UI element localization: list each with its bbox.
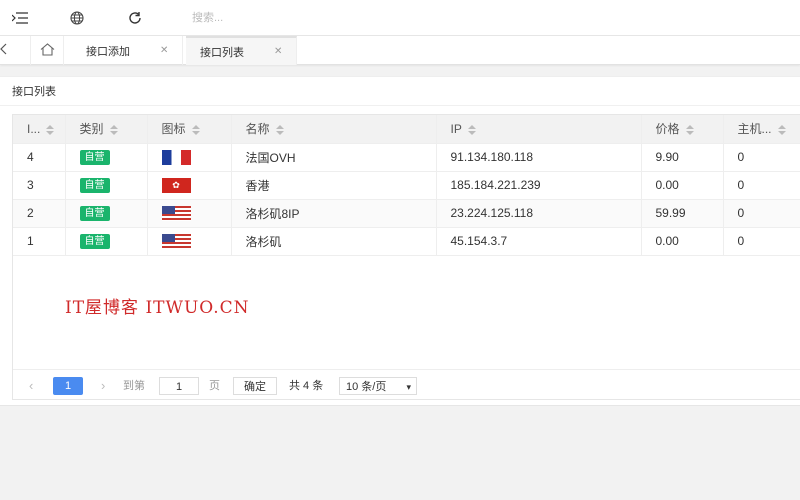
sort-icon[interactable]: [191, 125, 200, 136]
cell-ip: 45.154.3.7: [436, 227, 642, 256]
tab-interface-add[interactable]: 接口添加 ✕: [72, 36, 184, 65]
tab-label: 接口列表: [200, 46, 244, 59]
cell-id: 2: [13, 199, 66, 228]
chevron-down-icon: ▾: [406, 382, 411, 392]
page-size-select[interactable]: 10 条/页 ▾: [339, 377, 417, 395]
refresh-icon[interactable]: [126, 9, 144, 27]
cell-ip: 23.224.125.118: [436, 199, 642, 228]
cell-name: 洛杉矶8IP: [231, 199, 437, 228]
close-icon[interactable]: ✕: [160, 45, 168, 56]
column-header-host[interactable]: 主机...: [723, 115, 800, 144]
cell-price: 9.90: [641, 143, 724, 172]
pagination: ‹ 1 › 到第 1 页 确定 共 4 条 10 条/页 ▾: [13, 369, 800, 399]
category-badge: 自营: [79, 150, 110, 165]
search-input[interactable]: [192, 8, 412, 28]
hongkong-flag-icon: ✿: [161, 177, 191, 193]
table-row[interactable]: 4 自营 法国OVH 91.134.180.118 9.90 0: [13, 143, 800, 172]
column-label: 类别: [79, 122, 104, 137]
interface-list-card: 接口列表 I... 类别 图标 名称 IP 价格 主机... 4 自营 法国OV…: [0, 76, 800, 406]
sort-icon[interactable]: [275, 125, 284, 136]
table-row[interactable]: 3 自营 ✿ 香港 185.184.221.239 0.00 0: [13, 171, 800, 200]
category-badge: 自营: [79, 178, 110, 193]
column-label: I...: [27, 121, 41, 136]
double-chevron-left-icon[interactable]: [0, 42, 14, 60]
cell-id: 4: [13, 143, 66, 172]
cell-price: 0.00: [641, 171, 724, 200]
cell-name: 法国OVH: [231, 143, 437, 172]
sort-icon[interactable]: [109, 125, 118, 136]
top-header: [0, 0, 800, 36]
tab-interface-list[interactable]: 接口列表 ✕: [186, 36, 298, 65]
column-label: 主机...: [737, 122, 772, 137]
menu-fold-icon[interactable]: [11, 9, 29, 27]
cell-category: 自营: [65, 171, 148, 200]
page-size-value: 10 条/页: [346, 381, 387, 393]
usa-flag-icon: [161, 233, 191, 249]
cell-id: 1: [13, 227, 66, 256]
card-title: 接口列表: [12, 86, 56, 98]
cell-name: 洛杉矶: [231, 227, 437, 256]
cell-host: 0: [723, 199, 800, 228]
cell-ip: 91.134.180.118: [436, 143, 642, 172]
close-icon[interactable]: ✕: [274, 46, 282, 57]
page-suffix-label: 页: [209, 380, 220, 392]
france-flag-icon: [161, 149, 191, 165]
cell-host: 0: [723, 227, 800, 256]
column-label: IP: [450, 121, 462, 136]
cell-price: 0.00: [641, 227, 724, 256]
cell-host: 0: [723, 143, 800, 172]
home-tab[interactable]: [30, 36, 64, 65]
globe-icon[interactable]: [68, 9, 86, 27]
tab-label: 接口添加: [86, 45, 130, 58]
column-header-icon[interactable]: 图标: [147, 115, 232, 144]
divider: [0, 105, 800, 106]
column-label: 图标: [161, 122, 186, 137]
data-table: I... 类别 图标 名称 IP 价格 主机... 4 自营 法国OVH 91.…: [12, 114, 800, 400]
cell-name: 香港: [231, 171, 437, 200]
tab-bar: 接口添加 ✕ 接口列表 ✕: [0, 36, 800, 65]
column-header-price[interactable]: 价格: [641, 115, 724, 144]
goto-page-input[interactable]: 1: [159, 377, 199, 395]
cell-host: 0: [723, 171, 800, 200]
cell-category: 自营: [65, 199, 148, 228]
table-row[interactable]: 2 自营 洛杉矶8IP 23.224.125.118 59.99 0: [13, 199, 800, 228]
watermark-text: IT屋博客 ITWUO.CN: [65, 298, 250, 318]
column-label: 价格: [655, 122, 680, 137]
category-badge: 自营: [79, 206, 110, 221]
sort-icon[interactable]: [685, 125, 694, 136]
sort-icon[interactable]: [46, 124, 55, 135]
cell-icon: [147, 143, 232, 172]
column-label: 名称: [245, 122, 270, 137]
column-header-id[interactable]: I...: [13, 115, 66, 144]
goto-label: 到第: [123, 380, 145, 392]
cell-category: 自营: [65, 143, 148, 172]
table-header-row: I... 类别 图标 名称 IP 价格 主机...: [13, 115, 800, 144]
column-header-category[interactable]: 类别: [65, 115, 148, 144]
usa-flag-icon: [161, 205, 191, 221]
cell-icon: ✿: [147, 171, 232, 200]
sort-icon[interactable]: [777, 125, 786, 136]
sort-icon[interactable]: [467, 124, 476, 135]
cell-ip: 185.184.221.239: [436, 171, 642, 200]
cell-icon: [147, 199, 232, 228]
page-button-current[interactable]: 1: [53, 377, 83, 395]
cell-price: 59.99: [641, 199, 724, 228]
chevron-right-icon[interactable]: ›: [101, 377, 105, 395]
home-icon: [40, 42, 55, 59]
confirm-button[interactable]: 确定: [233, 377, 277, 395]
total-count: 共 4 条: [289, 380, 324, 392]
cell-id: 3: [13, 171, 66, 200]
column-header-name[interactable]: 名称: [231, 115, 437, 144]
cell-icon: [147, 227, 232, 256]
cell-category: 自营: [65, 227, 148, 256]
category-badge: 自营: [79, 234, 110, 249]
column-header-ip[interactable]: IP: [436, 115, 642, 144]
table-row[interactable]: 1 自营 洛杉矶 45.154.3.7 0.00 0: [13, 227, 800, 256]
chevron-left-icon[interactable]: ‹: [29, 377, 33, 395]
